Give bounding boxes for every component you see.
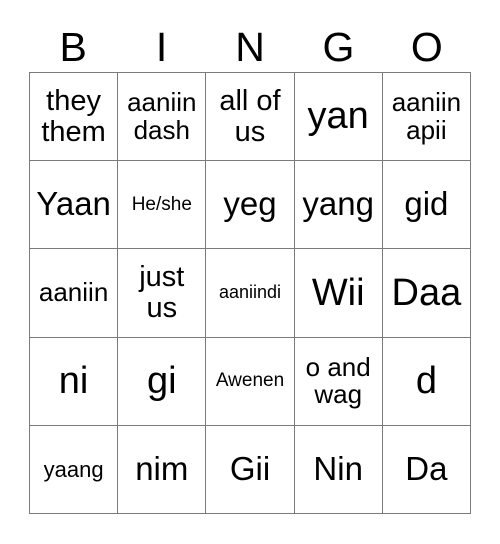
bingo-cell-text: aaniin apii [391, 87, 462, 145]
bingo-cell-text: gid [404, 185, 449, 223]
bingo-cell-text: gi [147, 360, 177, 403]
bingo-cell[interactable]: yeg [206, 161, 295, 250]
bingo-cell[interactable]: Gii [206, 425, 295, 514]
bingo-cell[interactable]: o and wag [294, 337, 383, 426]
bingo-cell-text: d [415, 360, 437, 403]
bingo-cell[interactable]: aaniin [30, 249, 119, 338]
bingo-cell[interactable]: yaang [30, 425, 119, 514]
bingo-cell-text: yang [302, 185, 374, 223]
bingo-cell[interactable]: yan [294, 73, 383, 162]
bingo-cell[interactable]: aaniindi [206, 249, 295, 338]
bingo-cell[interactable]: ni [30, 337, 119, 426]
bingo-cell[interactable]: d [382, 337, 471, 426]
bingo-cell[interactable]: gi [118, 337, 207, 426]
bingo-cell-text: Yaan [36, 185, 111, 223]
bingo-cell-text: aaniindi [218, 282, 282, 303]
header-letter-i: I [155, 23, 168, 70]
bingo-cell[interactable]: Yaan [30, 161, 119, 250]
bingo-cell-text: aaniin dash [127, 87, 197, 145]
bingo-cell[interactable]: aaniin dash [118, 73, 207, 162]
bingo-cell[interactable]: Daa [382, 249, 471, 338]
header-letter-n: N [235, 23, 265, 70]
bingo-cell[interactable]: Awenen [206, 337, 295, 426]
bingo-cell-text: Awenen [215, 370, 285, 392]
bingo-cell-text: aaniin [38, 277, 109, 308]
bingo-cell-text: Da [405, 449, 448, 487]
bingo-cell[interactable]: gid [382, 161, 471, 250]
bingo-cell-text: yeg [223, 185, 277, 223]
bingo-cell-text: Wii [311, 271, 365, 314]
bingo-cell[interactable]: aaniin apii [382, 73, 471, 162]
bingo-cell[interactable]: yang [294, 161, 383, 250]
bingo-cell[interactable]: He/she [118, 161, 207, 250]
bingo-cell-text: He/she [131, 193, 192, 215]
bingo-cell[interactable]: they them [30, 73, 119, 162]
bingo-cell[interactable]: Wii [294, 249, 383, 338]
bingo-cell-text: Daa [391, 271, 462, 314]
bingo-cell[interactable]: nim [118, 425, 207, 514]
bingo-cell-text: nim [135, 449, 189, 487]
bingo-grid: they them aaniin dash all of us yan aani… [29, 72, 471, 514]
bingo-cell-text: yaang [43, 456, 104, 482]
bingo-cell-text: yan [307, 95, 369, 138]
header-letter-g: G [322, 23, 355, 70]
bingo-cell-text: all of us [219, 84, 281, 148]
bingo-cell[interactable]: just us [118, 249, 207, 338]
bingo-cell-text: they them [41, 84, 106, 148]
bingo-card: B I N G O they them aaniin dash all of u… [0, 0, 500, 544]
bingo-cell[interactable]: all of us [206, 73, 295, 162]
bingo-cell-text: Nin [313, 449, 363, 487]
bingo-cell-text: just us [139, 261, 185, 324]
bingo-cell-text: o and wag [305, 351, 371, 410]
bingo-header: B I N G O [29, 22, 471, 72]
bingo-cell[interactable]: Da [382, 425, 471, 514]
header-letter-o: O [410, 23, 443, 70]
header-letter-b: B [59, 23, 87, 70]
bingo-cell-text: ni [58, 360, 89, 403]
bingo-cell-text: Gii [229, 449, 271, 487]
bingo-cell[interactable]: Nin [294, 425, 383, 514]
